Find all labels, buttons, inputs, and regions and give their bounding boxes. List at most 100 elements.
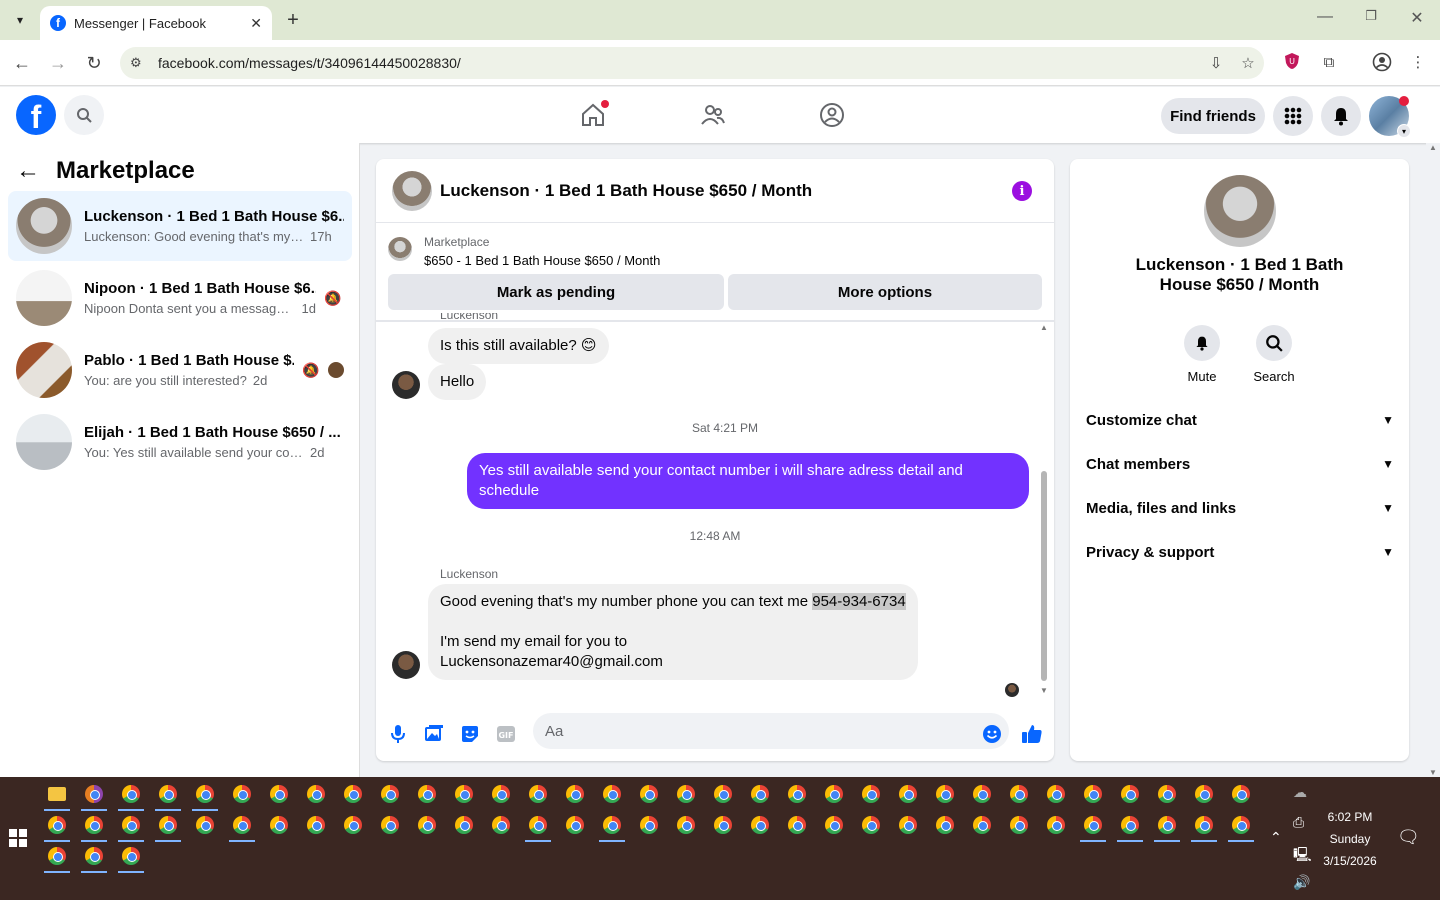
chrome-taskbar-icon[interactable] <box>1010 816 1028 834</box>
chrome-taskbar-icon[interactable] <box>381 785 399 803</box>
close-window-icon[interactable]: ✕ <box>1407 8 1427 28</box>
scroll-down-icon[interactable]: ▼ <box>1040 686 1048 695</box>
chat-members-row[interactable]: Chat members ▼ <box>1086 446 1394 482</box>
conversation-item[interactable]: Nipoon · 1 Bed 1 Bath House $6... Nipoon… <box>8 263 352 333</box>
bookmark-star-icon[interactable]: ☆ <box>1232 54 1264 72</box>
sender-avatar[interactable] <box>392 651 420 679</box>
chrome-taskbar-icon[interactable] <box>455 785 473 803</box>
chrome-taskbar-icon[interactable] <box>196 785 214 803</box>
chrome-taskbar-icon[interactable] <box>788 816 806 834</box>
chrome-taskbar-icon[interactable] <box>899 785 917 803</box>
clock-date[interactable]: 3/15/2026 <box>1310 854 1390 868</box>
tab-search-chevron-icon[interactable]: ▾ <box>8 8 32 32</box>
chrome-taskbar-icon[interactable] <box>344 816 362 834</box>
clock-day[interactable]: Sunday <box>1310 832 1390 846</box>
search-icon[interactable] <box>64 95 104 135</box>
chrome-taskbar-icon[interactable] <box>566 816 584 834</box>
chrome-taskbar-icon[interactable] <box>159 816 177 834</box>
chrome-taskbar-icon[interactable] <box>122 847 140 865</box>
chat-scrollbar[interactable]: ▲ ▼ <box>1040 323 1048 695</box>
sticker-icon[interactable] <box>459 723 481 745</box>
account-avatar[interactable]: ▾ <box>1369 96 1411 138</box>
clock-time[interactable]: 6:02 PM <box>1310 810 1390 824</box>
chrome-taskbar-icon[interactable] <box>1232 785 1250 803</box>
chrome-taskbar-icon[interactable] <box>344 785 362 803</box>
chrome-taskbar-icon[interactable] <box>677 785 695 803</box>
cloud-icon[interactable]: ☁ <box>1293 784 1307 801</box>
scrollbar-thumb[interactable] <box>1041 471 1047 681</box>
incoming-message[interactable]: Is this still available? 😊 <box>428 328 609 364</box>
chrome-taskbar-icon[interactable] <box>1195 785 1213 803</box>
ublock-extension-icon[interactable]: U <box>1281 52 1303 74</box>
emoji-icon[interactable] <box>981 723 1003 745</box>
chrome-taskbar-icon[interactable] <box>418 816 436 834</box>
chrome-taskbar-icon[interactable] <box>640 785 658 803</box>
chrome-taskbar-icon[interactable] <box>1121 816 1139 834</box>
chrome-taskbar-icon[interactable] <box>492 785 510 803</box>
chrome-taskbar-icon[interactable] <box>85 816 103 834</box>
tray-chevron-up-icon[interactable]: ⌃ <box>1270 829 1282 846</box>
chrome-taskbar-icon[interactable] <box>1084 816 1102 834</box>
gif-icon[interactable]: GIF <box>495 723 517 745</box>
conversation-item[interactable]: Pablo · 1 Bed 1 Bath House $... You: are… <box>8 335 352 405</box>
extensions-puzzle-icon[interactable]: ⧉ <box>1318 52 1340 74</box>
app-icon[interactable] <box>85 785 103 803</box>
chrome-taskbar-icon[interactable] <box>455 816 473 834</box>
search-in-chat-button[interactable]: Search <box>1244 325 1304 384</box>
chrome-taskbar-icon[interactable] <box>1010 785 1028 803</box>
outgoing-message[interactable]: Yes still available send your contact nu… <box>467 453 1029 509</box>
browser-menu-icon[interactable]: ⋮ <box>1407 52 1429 74</box>
back-arrow-icon[interactable]: ← <box>16 157 40 185</box>
friends-icon[interactable] <box>693 99 733 131</box>
incoming-message[interactable]: Good evening that's my number phone you … <box>428 584 918 680</box>
notifications-bell-icon[interactable] <box>1321 96 1361 136</box>
chrome-taskbar-icon[interactable] <box>1121 785 1139 803</box>
back-icon[interactable]: ← <box>11 52 33 74</box>
network-icon[interactable]: 🖳 <box>1293 844 1312 868</box>
chrome-taskbar-icon[interactable] <box>751 785 769 803</box>
chrome-taskbar-icon[interactable] <box>1195 816 1213 834</box>
chrome-taskbar-icon[interactable] <box>122 816 140 834</box>
file-explorer-icon[interactable] <box>48 787 66 801</box>
site-settings-icon[interactable]: ⚙ <box>130 55 148 71</box>
mark-as-pending-button[interactable]: Mark as pending <box>388 274 724 310</box>
marketplace-listing-info[interactable]: Marketplace $650 - 1 Bed 1 Bath House $6… <box>388 235 660 268</box>
chrome-taskbar-icon[interactable] <box>381 816 399 834</box>
chrome-taskbar-icon[interactable] <box>270 785 288 803</box>
chrome-taskbar-icon[interactable] <box>973 816 991 834</box>
browser-tab[interactable]: f Messenger | Facebook ✕ <box>40 6 272 40</box>
chrome-taskbar-icon[interactable] <box>529 785 547 803</box>
conversation-item[interactable]: Luckenson · 1 Bed 1 Bath House $6... Luc… <box>8 191 352 261</box>
chrome-taskbar-icon[interactable] <box>825 785 843 803</box>
chrome-taskbar-icon[interactable] <box>122 785 140 803</box>
mute-button[interactable]: Mute <box>1172 325 1232 384</box>
url-omnibox[interactable]: ⚙ facebook.com/messages/t/34096144450028… <box>120 47 1264 79</box>
chrome-taskbar-icon[interactable] <box>529 816 547 834</box>
find-friends-button[interactable]: Find friends <box>1161 98 1265 134</box>
notification-center-icon[interactable]: 🗨 <box>1397 827 1420 848</box>
chrome-taskbar-icon[interactable] <box>1232 816 1250 834</box>
volume-icon[interactable]: 🔊 <box>1293 874 1310 891</box>
incoming-message[interactable]: Hello <box>428 364 487 400</box>
chrome-taskbar-icon[interactable] <box>640 816 658 834</box>
chrome-taskbar-icon[interactable] <box>603 785 621 803</box>
chrome-taskbar-icon[interactable] <box>862 816 880 834</box>
chrome-taskbar-icon[interactable] <box>936 785 954 803</box>
chrome-taskbar-icon[interactable] <box>1084 785 1102 803</box>
device-icon[interactable]: ⎙ <box>1293 814 1304 831</box>
groups-icon[interactable] <box>812 99 852 131</box>
page-scroll-down-icon[interactable]: ▼ <box>1426 768 1440 777</box>
media-files-links-row[interactable]: Media, files and links ▼ <box>1086 490 1394 526</box>
chrome-taskbar-icon[interactable] <box>48 816 66 834</box>
chrome-taskbar-icon[interactable] <box>1047 785 1065 803</box>
chat-title[interactable]: Luckenson · 1 Bed 1 Bath House $650 / Mo… <box>440 181 812 201</box>
microphone-icon[interactable] <box>387 723 409 745</box>
chrome-taskbar-icon[interactable] <box>196 816 214 834</box>
facebook-logo-icon[interactable]: f <box>16 95 56 135</box>
customize-chat-row[interactable]: Customize chat ▼ <box>1086 402 1394 438</box>
chrome-taskbar-icon[interactable] <box>307 785 325 803</box>
forward-icon[interactable]: → <box>47 52 69 74</box>
close-tab-icon[interactable]: ✕ <box>250 15 262 32</box>
chrome-taskbar-icon[interactable] <box>233 785 251 803</box>
thumbs-up-icon[interactable] <box>1021 723 1043 745</box>
